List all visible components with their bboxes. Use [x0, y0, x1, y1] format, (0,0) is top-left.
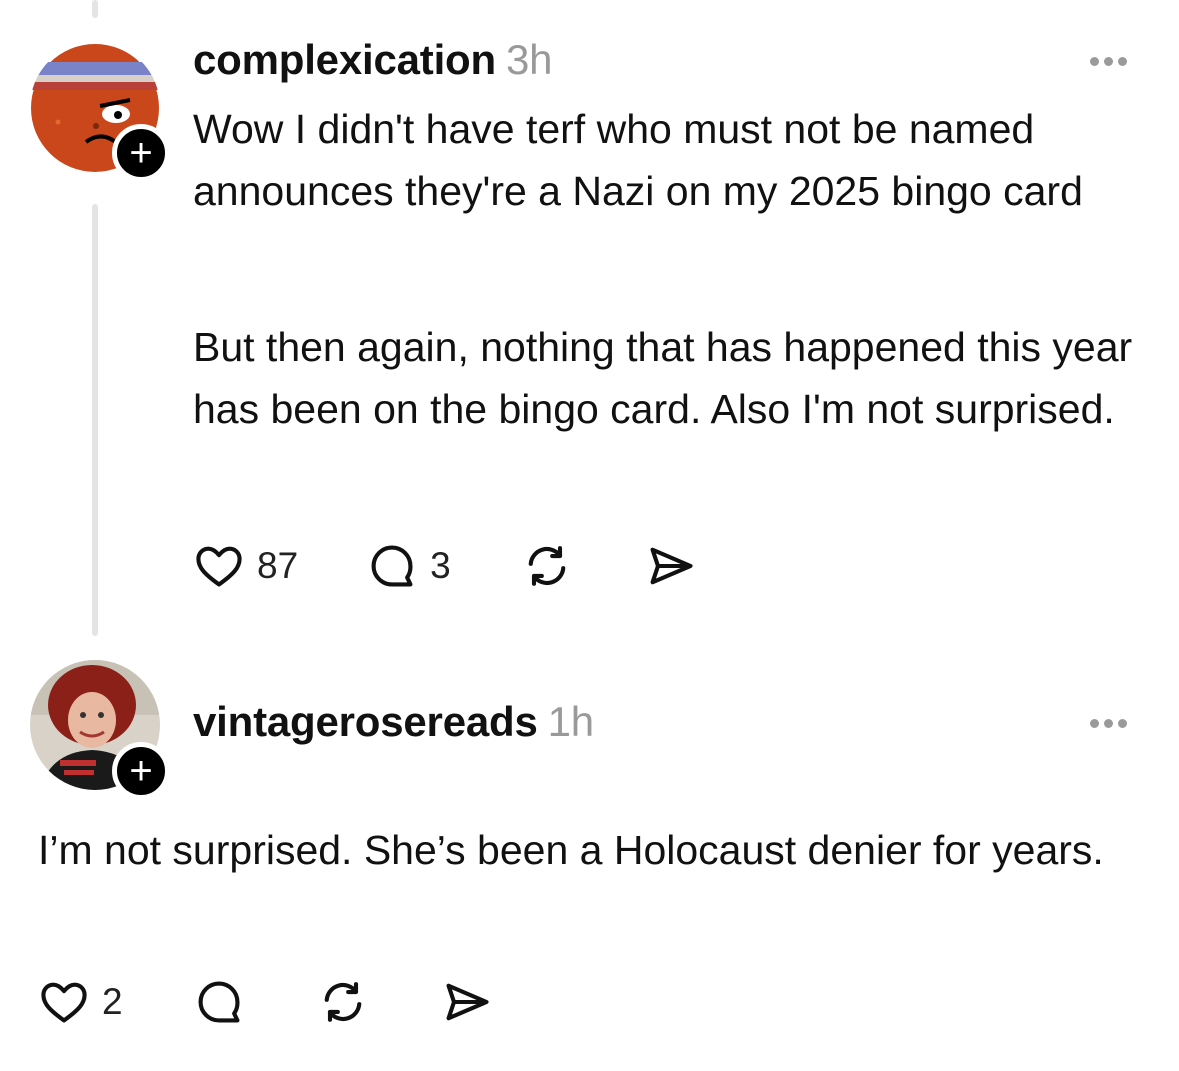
more-dot	[1118, 57, 1127, 66]
reply-button[interactable]: 3	[366, 540, 451, 592]
comment-icon	[371, 545, 413, 587]
thread-line	[92, 204, 98, 636]
heart-icon	[196, 546, 242, 587]
thread-line-top	[92, 0, 98, 18]
more-options-icon	[1090, 719, 1099, 728]
timestamp: 3h	[505, 36, 553, 83]
more-dot	[1104, 57, 1113, 66]
like-count: 87	[257, 545, 299, 586]
repost-button[interactable]	[317, 976, 369, 1028]
follow-button[interactable]: +	[112, 742, 170, 800]
send-icon	[446, 983, 489, 1021]
repost-icon	[324, 982, 361, 1022]
send-icon	[650, 547, 693, 585]
post-text: But then again, nothing that has happene…	[193, 324, 1133, 432]
more-options-button[interactable]	[1090, 57, 1127, 66]
avatar-wrap: +	[30, 42, 170, 182]
plus-icon: +	[129, 131, 153, 175]
more-options-icon	[1090, 57, 1099, 66]
timestamp: 1h	[547, 698, 595, 745]
follow-button[interactable]: +	[112, 124, 170, 182]
more-dot	[1118, 719, 1127, 728]
repost-icon	[528, 546, 566, 586]
post-text: I’m not surprised. She’s been a Holocaus…	[38, 827, 1104, 873]
username[interactable]: complexication	[193, 36, 496, 83]
reply-count: 3	[430, 545, 451, 586]
like-count: 2	[102, 981, 123, 1022]
share-button[interactable]	[645, 540, 697, 592]
like-button[interactable]: 2	[38, 976, 123, 1028]
username[interactable]: vintagerosereads	[193, 698, 538, 745]
comment-icon	[198, 981, 240, 1023]
post-header: complexication 3h	[193, 36, 552, 84]
avatar-wrap: +	[30, 660, 170, 800]
action-bar: 87 3	[193, 540, 697, 592]
post-text: Wow I didn't have terf who must not be n…	[193, 106, 1083, 214]
like-button[interactable]: 87	[193, 540, 298, 592]
post-header: vintagerosereads 1h	[193, 698, 594, 746]
heart-icon	[41, 982, 87, 1023]
repost-button[interactable]	[521, 540, 573, 592]
plus-icon: +	[129, 749, 153, 793]
share-button[interactable]	[441, 976, 493, 1028]
reply-button[interactable]	[193, 976, 245, 1028]
more-dot	[1104, 719, 1113, 728]
more-options-button[interactable]	[1090, 719, 1127, 728]
action-bar: 2	[38, 976, 493, 1028]
